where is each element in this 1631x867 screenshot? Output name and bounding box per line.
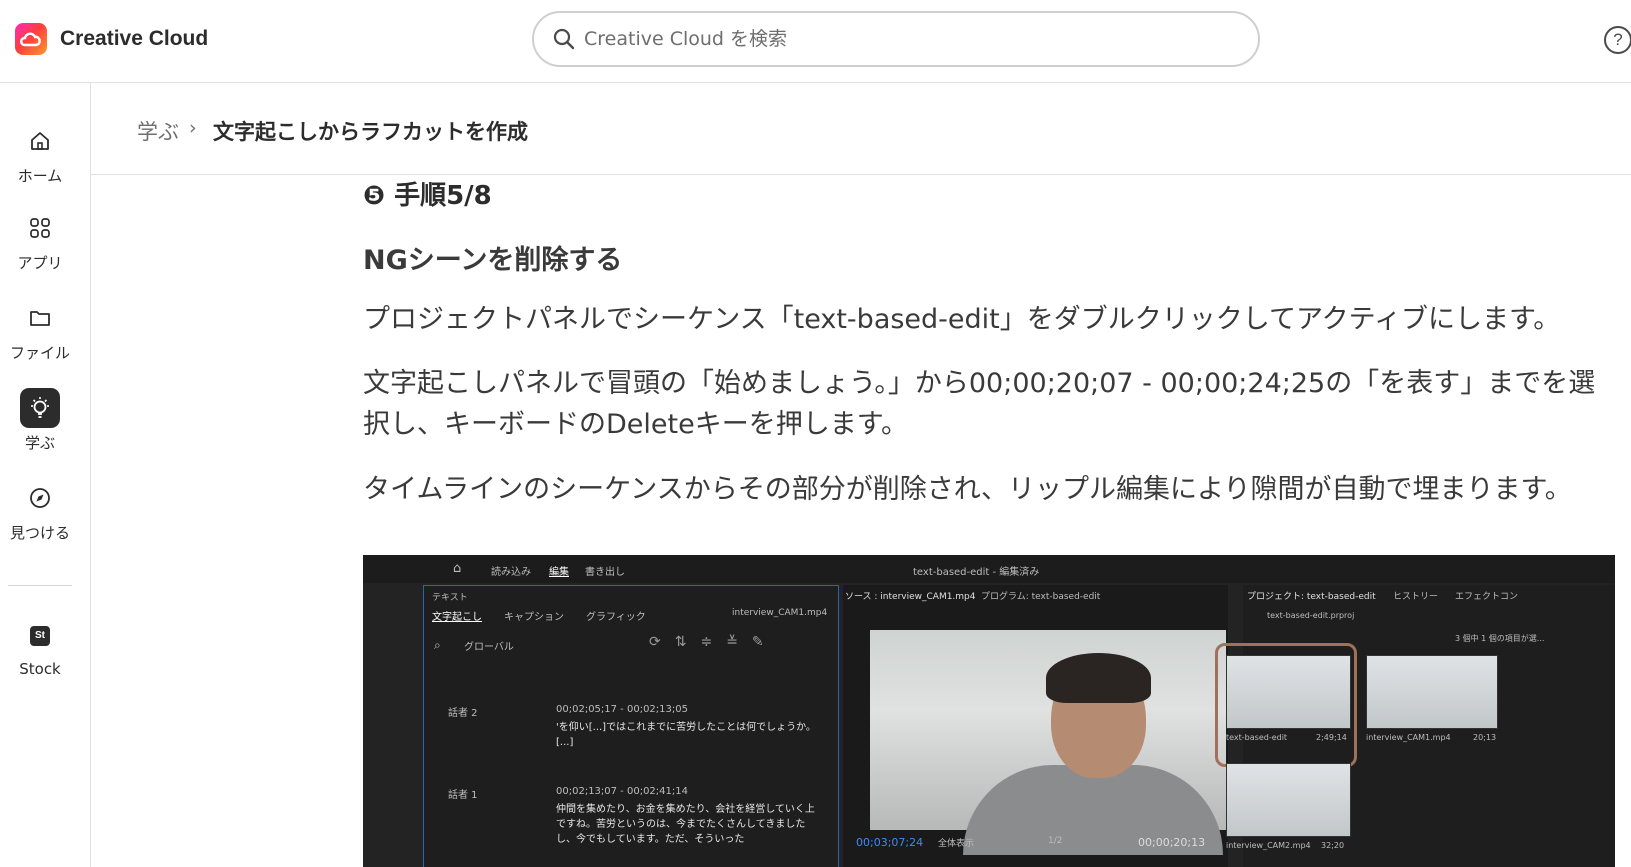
speaker-label: 話者 2 — [448, 708, 478, 719]
timecode-duration: 00;00;20;13 — [1138, 836, 1206, 849]
section-title: NGシーンを削除する — [363, 245, 623, 276]
sidebar-item-label: ホーム — [17, 167, 63, 185]
folder-icon — [20, 298, 60, 338]
search-input[interactable] — [584, 25, 1224, 53]
sidebar-item-label: Stock — [19, 660, 61, 678]
creative-cloud-logo[interactable] — [15, 23, 47, 55]
search-icon: ⌕ — [434, 638, 441, 652]
thumbnail — [1226, 655, 1351, 729]
transcript-toolbar-icons: ⟳⇅≑≚✎ — [649, 634, 778, 650]
step-title: ❺ 手順5/8 — [363, 181, 492, 211]
thumbnail — [1226, 763, 1351, 837]
search-box[interactable] — [532, 11, 1260, 67]
app-title: Creative Cloud — [60, 27, 209, 50]
tab-history: ヒストリー — [1393, 592, 1439, 602]
breadcrumb-link-learn[interactable]: 学ぶ — [137, 116, 179, 146]
premiere-menu-bar: ⌂ 読み込み 編集 書き出し text-based-edit - 編集済み — [363, 555, 1615, 583]
tab-transcript: 文字起こし — [432, 612, 482, 623]
chevron-right-icon: › — [189, 117, 197, 139]
transcript-search-value: グローバル — [464, 642, 514, 653]
compass-icon — [20, 478, 60, 518]
stock-icon: St — [20, 616, 60, 656]
premiere-text-panel: テキスト 文字起こし キャプション グラフィック interview_CAM1.… — [423, 585, 839, 867]
tutorial-screenshot: ⌂ 読み込み 編集 書き出し text-based-edit - 編集済み テキ… — [363, 555, 1615, 867]
sidebar-item-discover[interactable]: 見つける — [0, 478, 80, 543]
sidebar-item-label: 見つける — [9, 524, 70, 542]
home-icon: ⌂ — [453, 561, 462, 576]
project-item-name: text-based-edit — [1226, 733, 1288, 742]
sidebar-item-label: ファイル — [9, 344, 70, 362]
sidebar-item-learn[interactable]: 学ぶ — [0, 388, 80, 453]
timecode-current: 00;03;07;24 — [856, 836, 924, 849]
person-hair — [1046, 653, 1151, 703]
tab-effect-controls: エフェクトコン — [1455, 592, 1519, 602]
source-monitor-tab: ソース : interview_CAM1.mp4 — [845, 592, 976, 602]
program-monitor-tab: プログラム: text-based-edit — [981, 592, 1101, 602]
project-item-duration: 2;49;14 — [1316, 733, 1347, 742]
paragraph: プロジェクトパネルでシーケンス「text-based-edit」をダブルクリック… — [363, 304, 1561, 335]
help-icon[interactable]: ? — [1604, 26, 1631, 54]
transcript-text: 仲間を集めたり、お金を集めたり、会社を経営していく上ですね。苦労というのは、今ま… — [556, 804, 815, 845]
premiere-menu-edit: 編集 — [549, 567, 569, 578]
thumbnail — [1366, 655, 1498, 729]
project-item-name: interview_CAM2.mp4 — [1226, 841, 1311, 850]
breadcrumb-current: 文字起こしからラフカットを作成 — [213, 120, 528, 144]
sidebar-item-home[interactable]: ホーム — [0, 121, 80, 186]
tab-graphics: グラフィック — [586, 612, 646, 623]
paragraph: タイムラインのシーケンスからその部分が削除され、リップル編集により隙間が自動で埋… — [363, 474, 1572, 505]
zoom-select: 全体表示 — [938, 839, 975, 849]
sidebar-item-label: アプリ — [17, 254, 63, 272]
project-item-duration: 32;20 — [1321, 841, 1345, 850]
premiere-window-title: text-based-edit - 編集済み — [913, 567, 1040, 578]
project-selection-status: 3 個中 1 個の項目が選... — [1455, 634, 1545, 643]
search-icon — [553, 28, 575, 50]
transcript-time: 00;02;13;07 - 00;02;41;14 — [556, 786, 688, 797]
home-icon — [20, 121, 60, 161]
top-bar: Creative Cloud ? — [0, 0, 1631, 83]
sidebar-item-files[interactable]: ファイル — [0, 298, 80, 363]
breadcrumb: 学ぶ › 文字起こしからラフカットを作成 — [91, 83, 1631, 175]
text-panel-file: interview_CAM1.mp4 — [732, 608, 828, 618]
apps-grid-icon — [20, 208, 60, 248]
sidebar-item-stock[interactable]: St Stock — [0, 616, 80, 678]
sidebar-divider — [8, 585, 72, 586]
text-panel-title: テキスト — [432, 593, 468, 603]
premiere-menu-import: 読み込み — [491, 567, 531, 578]
project-panel-title: プロジェクト: text-based-edit — [1247, 592, 1376, 602]
resolution-select: 1/2 — [1048, 836, 1063, 846]
project-file: text-based-edit.prproj — [1267, 611, 1355, 620]
sidebar-item-apps[interactable]: アプリ — [0, 208, 80, 273]
creative-cloud-icon — [20, 32, 41, 47]
sidebar: ホーム アプリ ファイル 学ぶ 見つける St Stock — [0, 83, 91, 867]
lightbulb-icon — [20, 388, 60, 428]
sidebar-item-label: 学ぶ — [24, 434, 55, 452]
transcript-text: 'を仰い[...]ではこれまでに苦労したことは何でしょうか。[...] — [556, 722, 816, 748]
premiere-menu-export: 書き出し — [585, 567, 625, 578]
paragraph: 文字起こしパネルで冒頭の「始めましょう。」から00;00;20;07 - 00;… — [363, 368, 1596, 440]
project-item-name: interview_CAM1.mp4 — [1366, 733, 1451, 742]
tab-captions: キャプション — [504, 612, 564, 623]
project-item-duration: 20;13 — [1473, 733, 1497, 742]
speaker-label: 話者 1 — [448, 790, 478, 801]
transcript-time: 00;02;05;17 - 00;02;13;05 — [556, 704, 688, 715]
